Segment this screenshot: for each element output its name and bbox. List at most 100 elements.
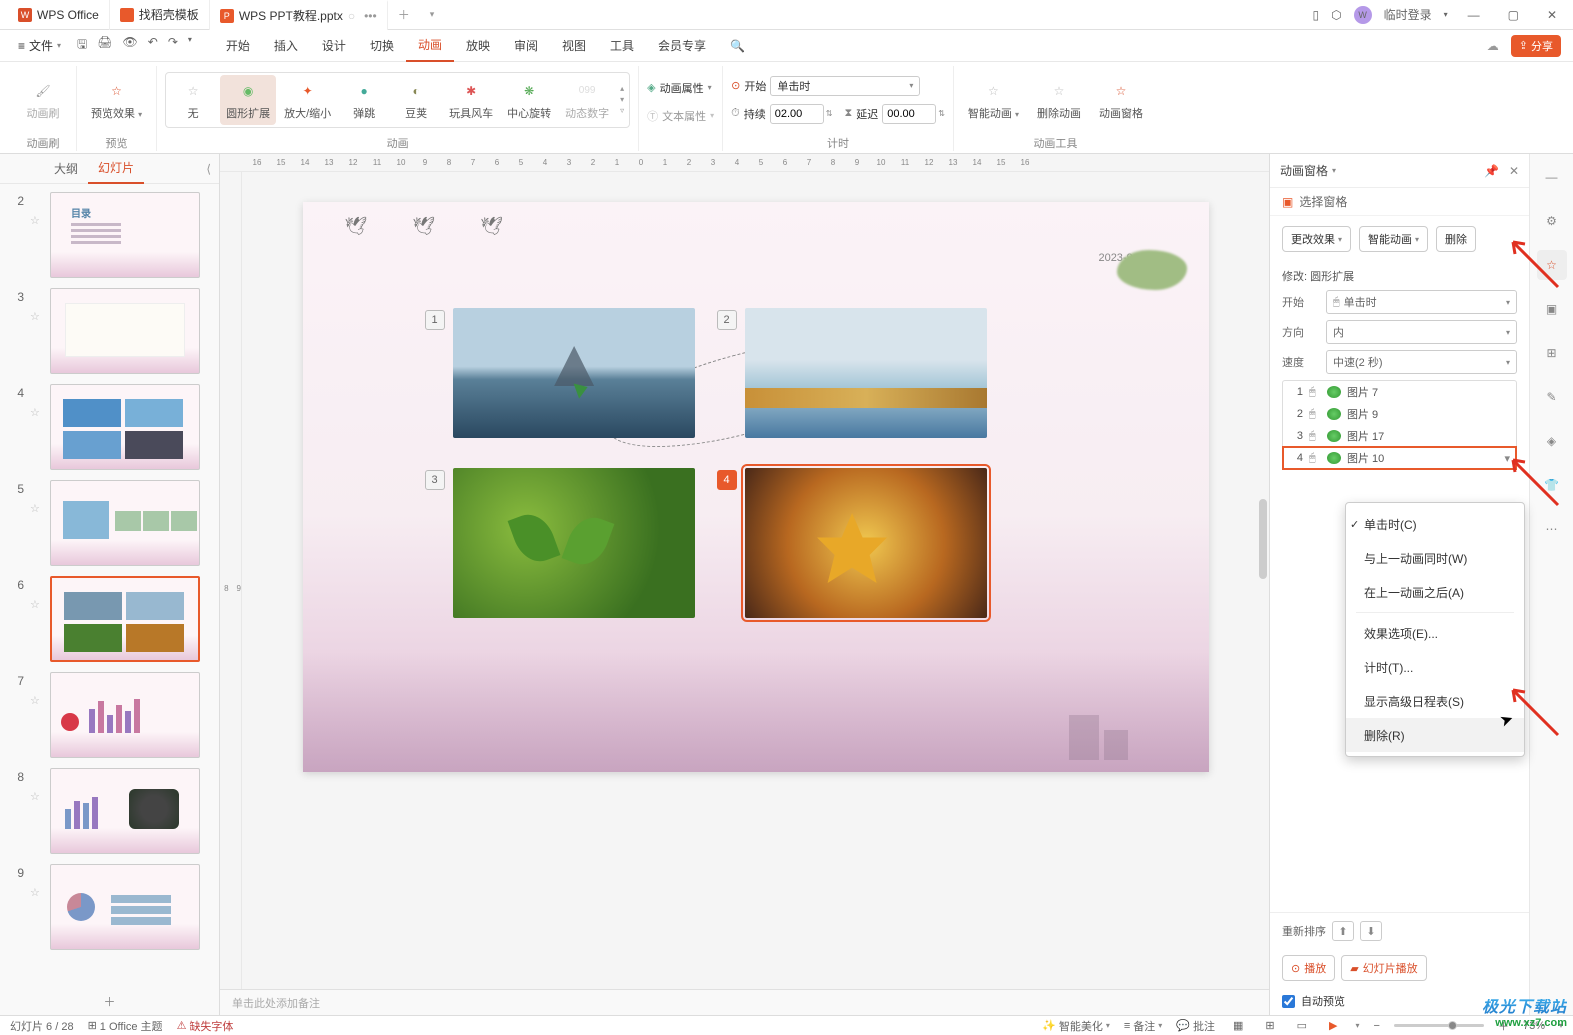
collapse-right-icon[interactable]: — xyxy=(1537,162,1567,192)
start-select[interactable]: 🖱单击时▾ xyxy=(1326,290,1517,314)
select-window-button[interactable]: ▣选择窗格 xyxy=(1270,188,1529,216)
login-label[interactable]: 临时登录 xyxy=(1384,6,1432,23)
tab-close-icon[interactable]: ••• xyxy=(364,9,377,23)
slide-image-3[interactable] xyxy=(453,468,695,618)
avatar-icon[interactable]: W xyxy=(1354,6,1372,24)
cm-with-prev[interactable]: 与上一动画同时(W) xyxy=(1346,541,1524,575)
tab-review[interactable]: 审阅 xyxy=(502,30,550,62)
print-icon[interactable]: 🖨 xyxy=(97,35,112,56)
tool-settings-icon[interactable]: ⚙ xyxy=(1537,206,1567,236)
slide-thumb[interactable]: 8☆ xyxy=(6,768,213,854)
maximize-button[interactable]: ▢ xyxy=(1500,8,1527,22)
slide-image-2[interactable] xyxy=(745,308,987,438)
effect-circle[interactable]: ◉圆形扩展 xyxy=(220,75,276,125)
tab-search-icon[interactable]: 🔍 xyxy=(718,30,757,62)
beautify-button[interactable]: ✨智能美化▾ xyxy=(1042,1018,1110,1034)
gallery-up-icon[interactable]: ▴ xyxy=(620,84,624,93)
minimize-button[interactable]: — xyxy=(1460,8,1488,22)
slide-thumb[interactable]: 2☆目录 xyxy=(6,192,213,278)
direction-select[interactable]: 内▾ xyxy=(1326,320,1517,344)
effect-bean[interactable]: ◐豆荚 xyxy=(391,75,441,125)
play-button[interactable]: ⊙播放 xyxy=(1282,955,1335,981)
tool-layers-icon[interactable]: ▣ xyxy=(1537,294,1567,324)
change-effect-button[interactable]: 更改效果▾ xyxy=(1282,226,1351,252)
zoom-out-button[interactable]: − xyxy=(1374,1020,1380,1032)
view-more-icon[interactable]: ▾ xyxy=(1356,1021,1360,1030)
tab-outline[interactable]: 大纲 xyxy=(44,154,88,184)
file-menu-button[interactable]: ≡ 文件 ▾ xyxy=(12,37,67,54)
anim-list-item[interactable]: 3🖱图片 17 xyxy=(1283,425,1516,447)
smart-anim-button[interactable]: ☆智能动画 ▾ xyxy=(962,75,1025,125)
slide-viewport[interactable]: 🕊 🕊 🕊 2023-9-7 1 2 3 4 xyxy=(242,172,1269,989)
cloud-icon[interactable]: ☁ xyxy=(1487,39,1499,53)
collapse-left-icon[interactable]: ⟨ xyxy=(206,162,211,176)
cm-on-click[interactable]: ✓单击时(C) xyxy=(1346,507,1524,541)
start-trigger-select[interactable]: 单击时▾ xyxy=(770,76,920,96)
preview-button[interactable]: ☆ 预览效果 ▾ xyxy=(85,75,148,125)
tool-template-icon[interactable]: ⊞ xyxy=(1537,338,1567,368)
tab-transition[interactable]: 切换 xyxy=(358,30,406,62)
tab-slides[interactable]: 幻灯片 xyxy=(88,154,144,184)
gallery-down-icon[interactable]: ▾ xyxy=(620,95,624,104)
delay-input[interactable] xyxy=(882,104,936,124)
tab-slideshow[interactable]: 放映 xyxy=(454,30,502,62)
cube-icon[interactable]: ⬡ xyxy=(1331,8,1341,22)
anim-list-item[interactable]: 4🖱图片 10▾ xyxy=(1283,447,1516,469)
effect-pinwheel[interactable]: ✱玩具风车 xyxy=(443,75,499,125)
gallery-more-icon[interactable]: ▿ xyxy=(620,106,624,115)
delay-stepper[interactable]: ⇅ xyxy=(938,109,945,118)
tab-tools[interactable]: 工具 xyxy=(598,30,646,62)
autopreview-checkbox[interactable] xyxy=(1282,995,1295,1008)
effect-none[interactable]: ☆无 xyxy=(168,75,218,125)
close-pane-icon[interactable]: ✕ xyxy=(1509,164,1519,178)
tab-view[interactable]: 视图 xyxy=(550,30,598,62)
anim-attr-button[interactable]: ◈ 动画属性 ▾ xyxy=(647,76,714,100)
chevron-down-icon[interactable]: ▾ xyxy=(1444,10,1448,19)
duration-stepper[interactable]: ⇅ xyxy=(826,109,833,118)
move-down-button[interactable]: ⬇ xyxy=(1360,921,1382,941)
speed-select[interactable]: 中速(2 秒)▾ xyxy=(1326,350,1517,374)
star-icon[interactable]: ○ xyxy=(348,9,355,23)
slideshow-button[interactable]: ▰幻灯片播放 xyxy=(1341,955,1426,981)
tool-wand-icon[interactable]: ✎ xyxy=(1537,382,1567,412)
cm-delete[interactable]: 删除(R) xyxy=(1346,718,1524,752)
item-dropdown-icon[interactable]: ▾ xyxy=(1504,452,1510,465)
slide-image-1[interactable] xyxy=(453,308,695,438)
delete-anim-button[interactable]: ☆删除动画 xyxy=(1031,75,1087,125)
anim-order-tag[interactable]: 3 xyxy=(425,470,445,490)
tool-object-icon[interactable]: 👕 xyxy=(1537,470,1567,500)
panel-icon[interactable]: ▯ xyxy=(1312,8,1319,22)
view-reading-icon[interactable]: ▭ xyxy=(1293,1019,1311,1032)
app-tab-doc[interactable]: P WPS PPT教程.pptx ○ ••• xyxy=(210,0,388,30)
app-tab-wps[interactable]: W WPS Office xyxy=(8,0,110,30)
qat-more-icon[interactable]: ▾ xyxy=(188,35,192,56)
tab-list-button[interactable]: ▾ xyxy=(420,9,445,20)
share-button[interactable]: ⇪ 分享 xyxy=(1511,35,1561,57)
cm-effect-options[interactable]: 效果选项(E)... xyxy=(1346,616,1524,650)
effect-bounce[interactable]: ●弹跳 xyxy=(339,75,389,125)
notes-placeholder[interactable]: 单击此处添加备注 xyxy=(220,989,1269,1015)
tab-member[interactable]: 会员专享 xyxy=(646,30,718,62)
pin-icon[interactable]: 📌 xyxy=(1484,164,1499,178)
delete-button[interactable]: 删除 xyxy=(1436,226,1476,252)
thumbnail-list[interactable]: 2☆目录 3☆ 4☆ 5☆ 6☆ 7☆ 8☆ 9☆ xyxy=(0,184,219,987)
zoom-slider[interactable] xyxy=(1394,1024,1484,1027)
save-icon[interactable]: 🖫 xyxy=(77,35,87,56)
tool-more-icon[interactable]: ⋯ xyxy=(1537,514,1567,544)
anim-order-tag[interactable]: 4 xyxy=(717,470,737,490)
slide-thumb[interactable]: 9☆ xyxy=(6,864,213,950)
duration-input[interactable] xyxy=(770,104,824,124)
add-slide-button[interactable]: ＋ xyxy=(0,987,219,1015)
tab-insert[interactable]: 插入 xyxy=(262,30,310,62)
cm-after-prev[interactable]: 在上一动画之后(A) xyxy=(1346,575,1524,609)
theme-button[interactable]: ⊞1 Office 主题 xyxy=(88,1018,163,1034)
tab-animation[interactable]: 动画 xyxy=(406,30,454,62)
anim-order-tag[interactable]: 1 xyxy=(425,310,445,330)
tool-star-icon[interactable]: ☆ xyxy=(1537,250,1567,280)
anim-list-item[interactable]: 2🖱图片 9 xyxy=(1283,403,1516,425)
slide-canvas[interactable]: 🕊 🕊 🕊 2023-9-7 1 2 3 4 xyxy=(303,202,1209,772)
close-button[interactable]: ✕ xyxy=(1539,8,1565,22)
undo-icon[interactable]: ↶ xyxy=(148,35,158,56)
missing-font-button[interactable]: ⚠缺失字体 xyxy=(177,1018,234,1034)
slide-thumb[interactable]: 7☆ xyxy=(6,672,213,758)
